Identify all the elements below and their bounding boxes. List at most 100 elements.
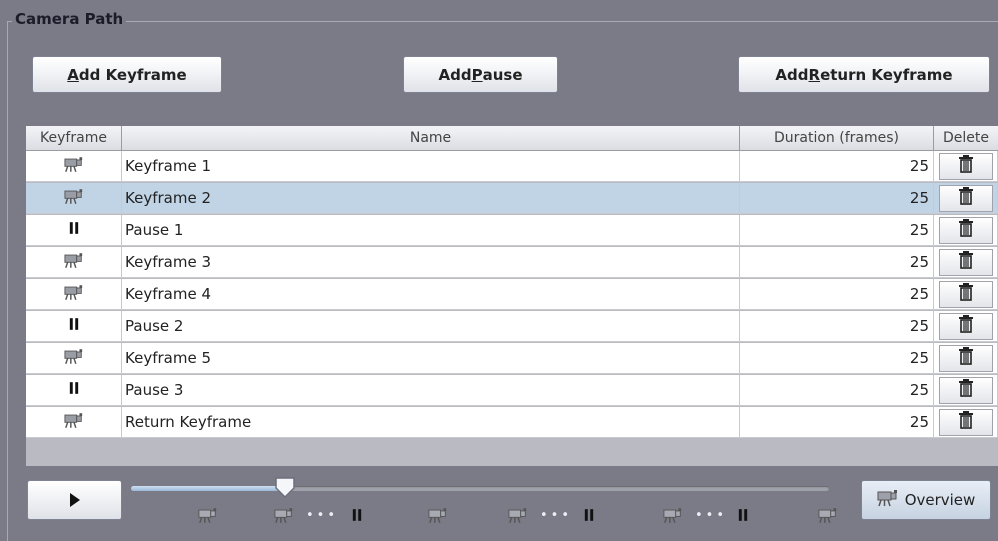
keyframe-type-cell bbox=[26, 215, 122, 246]
trash-icon bbox=[958, 155, 974, 177]
delete-cell bbox=[934, 375, 998, 406]
delete-cell bbox=[934, 183, 998, 214]
keyframe-type-cell bbox=[26, 311, 122, 342]
delete-button[interactable] bbox=[938, 344, 993, 372]
overview-label: Overview bbox=[904, 491, 976, 509]
add-keyframe-label: dd Keyframe bbox=[78, 65, 187, 84]
delete-cell bbox=[934, 407, 998, 438]
camera-icon bbox=[63, 252, 84, 273]
keyframe-name-cell[interactable]: Keyframe 5 bbox=[122, 343, 740, 374]
play-button[interactable] bbox=[27, 480, 122, 520]
duration-cell[interactable]: 25 bbox=[740, 183, 934, 214]
keyframe-name-cell[interactable]: Pause 2 bbox=[122, 311, 740, 342]
column-header-delete[interactable]: Delete bbox=[934, 126, 998, 150]
column-header-keyframe[interactable]: Keyframe bbox=[26, 126, 122, 150]
keyframe-name-cell[interactable]: Keyframe 3 bbox=[122, 247, 740, 278]
keyframe-name-cell[interactable]: Pause 1 bbox=[122, 215, 740, 246]
delete-button[interactable] bbox=[938, 280, 993, 308]
trash-icon bbox=[958, 187, 974, 209]
timeline-slider[interactable] bbox=[131, 486, 829, 491]
delete-button[interactable] bbox=[938, 376, 993, 404]
keyframe-name-cell[interactable]: Keyframe 2 bbox=[122, 183, 740, 214]
table-row[interactable]: Keyframe 2 25 bbox=[26, 183, 998, 214]
delete-button[interactable] bbox=[938, 216, 993, 244]
duration-cell[interactable]: 25 bbox=[740, 375, 934, 406]
column-header-duration[interactable]: Duration (frames) bbox=[740, 126, 934, 150]
trash-icon bbox=[958, 411, 974, 433]
table-row[interactable]: Keyframe 1 25 bbox=[26, 151, 998, 182]
keyframe-type-cell bbox=[26, 151, 122, 182]
camera-icon bbox=[508, 503, 528, 527]
trash-icon bbox=[958, 347, 974, 369]
pause-icon bbox=[738, 503, 748, 527]
delete-cell bbox=[934, 215, 998, 246]
panel-title: Camera Path bbox=[12, 10, 127, 28]
camera-icon bbox=[63, 348, 84, 369]
add-return-mnemonic: R bbox=[808, 65, 821, 84]
keyframe-type-cell bbox=[26, 343, 122, 374]
timeline-slider-thumb[interactable] bbox=[274, 476, 296, 499]
add-keyframe-button[interactable]: Add Keyframe bbox=[32, 56, 222, 93]
keyframe-name-cell[interactable]: Return Keyframe bbox=[122, 407, 740, 438]
delete-cell bbox=[934, 151, 998, 182]
add-return-keyframe-button[interactable]: Add Return Keyframe bbox=[738, 56, 990, 93]
duration-cell[interactable]: 25 bbox=[740, 151, 934, 182]
delete-button[interactable] bbox=[938, 152, 993, 180]
camera-icon bbox=[663, 503, 683, 527]
table-row[interactable]: Pause 2 25 bbox=[26, 311, 998, 342]
keyframe-name-cell[interactable]: Keyframe 4 bbox=[122, 279, 740, 310]
pause-icon bbox=[69, 380, 79, 400]
table-row[interactable]: Keyframe 5 25 bbox=[26, 343, 998, 374]
camera-icon bbox=[274, 503, 294, 527]
delete-cell bbox=[934, 311, 998, 342]
trash-icon bbox=[958, 219, 974, 241]
delete-button[interactable] bbox=[938, 248, 993, 276]
duration-cell[interactable]: 25 bbox=[740, 279, 934, 310]
add-pause-label-pre: Add bbox=[438, 65, 472, 84]
camera-icon bbox=[63, 412, 84, 433]
keyframe-type-cell bbox=[26, 407, 122, 438]
play-icon bbox=[69, 493, 80, 507]
pause-icon bbox=[352, 503, 362, 527]
camera-icon bbox=[63, 284, 84, 305]
delete-cell bbox=[934, 343, 998, 374]
trash-icon bbox=[958, 251, 974, 273]
connector-dots: ••• bbox=[695, 507, 728, 523]
keyframe-type-cell bbox=[26, 183, 122, 214]
table-row[interactable]: Return Keyframe 25 bbox=[26, 407, 998, 438]
connector-dots: ••• bbox=[306, 507, 339, 523]
table-row[interactable]: Keyframe 3 25 bbox=[26, 247, 998, 278]
column-header-name[interactable]: Name bbox=[122, 126, 740, 150]
keyframe-name-cell[interactable]: Pause 3 bbox=[122, 375, 740, 406]
delete-button[interactable] bbox=[938, 184, 993, 212]
add-keyframe-mnemonic: A bbox=[67, 65, 79, 84]
pause-icon bbox=[584, 503, 594, 527]
trash-icon bbox=[958, 379, 974, 401]
keyframe-table: Keyframe Name Duration (frames) Delete K… bbox=[26, 126, 998, 466]
camera-icon bbox=[877, 489, 899, 511]
table-header: Keyframe Name Duration (frames) Delete bbox=[26, 126, 998, 151]
slider-thumb-icon bbox=[274, 477, 295, 499]
duration-cell[interactable]: 25 bbox=[740, 407, 934, 438]
duration-cell[interactable]: 25 bbox=[740, 311, 934, 342]
table-row[interactable]: Pause 1 25 bbox=[26, 215, 998, 246]
delete-cell bbox=[934, 279, 998, 310]
keyframe-name-cell[interactable]: Keyframe 1 bbox=[122, 151, 740, 182]
keyframe-type-cell bbox=[26, 247, 122, 278]
duration-cell[interactable]: 25 bbox=[740, 247, 934, 278]
add-pause-mnemonic: P bbox=[471, 65, 483, 84]
delete-button[interactable] bbox=[938, 408, 993, 436]
pause-icon bbox=[69, 220, 79, 240]
table-row[interactable]: Pause 3 25 bbox=[26, 375, 998, 406]
keyframe-type-cell bbox=[26, 375, 122, 406]
duration-cell[interactable]: 25 bbox=[740, 215, 934, 246]
overview-button[interactable]: Overview bbox=[861, 480, 991, 520]
table-row[interactable]: Keyframe 4 25 bbox=[26, 279, 998, 310]
add-pause-button[interactable]: Add Pause bbox=[403, 56, 558, 93]
duration-cell[interactable]: 25 bbox=[740, 343, 934, 374]
add-return-label: eturn Keyframe bbox=[820, 65, 953, 84]
camera-icon bbox=[63, 156, 84, 177]
trash-icon bbox=[958, 315, 974, 337]
trash-icon bbox=[958, 283, 974, 305]
delete-button[interactable] bbox=[938, 312, 993, 340]
